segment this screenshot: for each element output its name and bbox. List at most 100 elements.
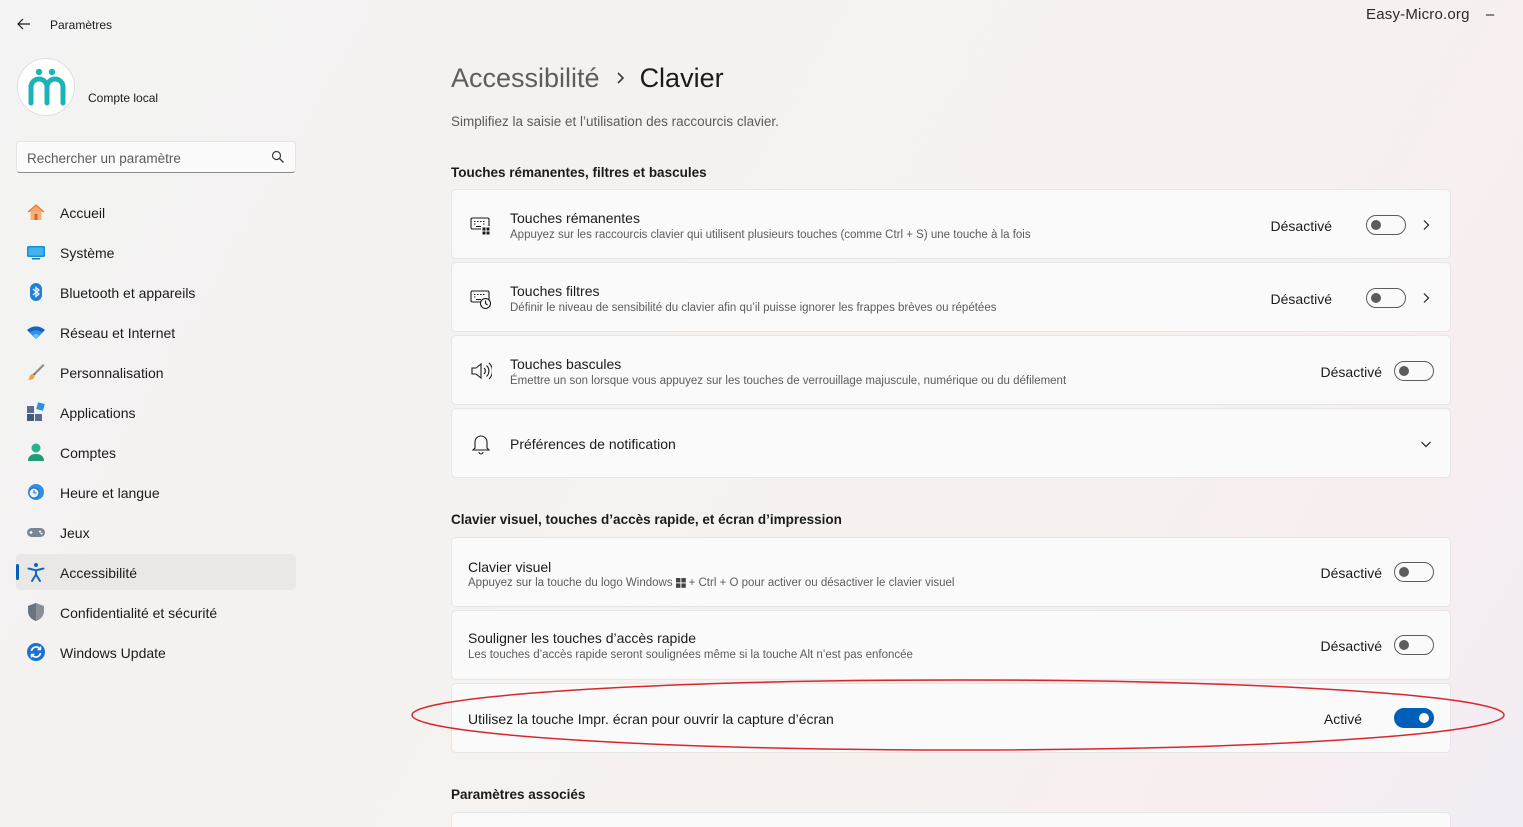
avatar[interactable] <box>17 58 75 116</box>
card-related-settings[interactable] <box>451 812 1451 827</box>
filter-keys-icon <box>470 290 492 309</box>
section-title-related: Paramètres associés <box>451 787 586 802</box>
state-label: Désactivé <box>1270 291 1332 307</box>
sidebar-item-label: Personnalisation <box>60 365 164 381</box>
sidebar-item-label: Jeux <box>60 525 90 541</box>
toggle-knob <box>1399 640 1409 650</box>
sticky-keys-toggle[interactable] <box>1366 215 1406 235</box>
back-button[interactable] <box>12 12 36 36</box>
card-subtitle: Émettre un son lorsque vous appuyez sur … <box>510 375 1067 387</box>
sidebar-item-label: Windows Update <box>60 645 166 661</box>
visual-keyboard-toggle[interactable] <box>1394 562 1434 582</box>
print-screen-toggle[interactable] <box>1394 708 1434 728</box>
sidebar-item-personnalisation[interactable]: Personnalisation <box>16 354 296 390</box>
minimize-button[interactable]: – <box>1478 6 1502 26</box>
card-title: Utilisez la touche Impr. écran pour ouvr… <box>468 711 834 727</box>
wifi-icon <box>27 326 45 339</box>
sidebar-item-label: Accueil <box>60 205 106 221</box>
account-name: Compte local <box>88 91 159 105</box>
sidebar-item-windows-update[interactable]: Windows Update <box>16 634 296 670</box>
card-preferences-notification[interactable]: Préférences de notification <box>451 408 1451 478</box>
sidebar-item-confidentialite[interactable]: Confidentialité et sécurité <box>16 594 296 630</box>
search-box[interactable] <box>16 141 296 173</box>
card-title: Souligner les touches d’accès rapide <box>468 630 697 646</box>
sidebar-item-reseau[interactable]: Réseau et Internet <box>16 314 296 350</box>
sidebar-item-label: Réseau et Internet <box>60 325 176 341</box>
sidebar-item-applications[interactable]: Applications <box>16 394 296 430</box>
card-impr-ecran[interactable]: Utilisez la touche Impr. écran pour ouvr… <box>451 683 1451 753</box>
card-subtitle: Appuyez sur la touche du logo Windows + … <box>468 577 954 589</box>
accessibility-icon <box>27 563 45 582</box>
breadcrumb-parent[interactable]: Accessibilité <box>451 63 600 94</box>
card-subtitle-part: Appuyez sur la touche du logo Windows <box>468 577 673 589</box>
state-label: Désactivé <box>1270 218 1332 234</box>
sidebar-item-label: Accessibilité <box>60 565 138 581</box>
card-touches-remanentes[interactable]: Touches rémanentes Appuyez sur les racco… <box>451 189 1451 259</box>
section-title-visual: Clavier visuel, touches d’accès rapide, … <box>451 512 842 527</box>
card-title: Touches bascules <box>510 356 622 372</box>
sidebar-item-accueil[interactable]: Accueil <box>16 194 296 230</box>
card-title: Préférences de notification <box>510 436 676 452</box>
sidebar-item-systeme[interactable]: Système <box>16 234 296 270</box>
toggle-knob <box>1371 293 1381 303</box>
sidebar-nav: Accueil Système Bluetooth et appareils R… <box>16 194 296 674</box>
breadcrumb: Accessibilité Clavier <box>451 58 724 98</box>
avatar-logo-icon <box>28 68 66 106</box>
sidebar-item-heure[interactable]: Heure et langue <box>16 474 296 510</box>
sticky-keys-icon <box>470 217 490 235</box>
toggle-knob <box>1399 567 1409 577</box>
page-title: Clavier <box>639 62 724 93</box>
state-label: Désactivé <box>1320 364 1382 380</box>
apps-icon <box>27 402 45 421</box>
sidebar-item-label: Heure et langue <box>60 485 160 501</box>
card-subtitle: Les touches d’accès rapide seront soulig… <box>468 649 913 661</box>
system-icon <box>27 246 45 260</box>
search-input[interactable] <box>27 149 267 167</box>
clock-globe-icon <box>28 484 44 500</box>
bell-icon <box>471 435 491 455</box>
card-touches-bascules[interactable]: Touches bascules Émettre un son lorsque … <box>451 335 1451 405</box>
home-icon <box>27 204 45 220</box>
back-arrow-icon <box>17 18 30 30</box>
sidebar-item-accessibilite[interactable]: Accessibilité <box>16 554 296 590</box>
toggle-keys-toggle[interactable] <box>1394 361 1434 381</box>
watermark-text: Easy-Micro.org <box>1366 6 1470 23</box>
windows-logo-icon <box>675 578 686 588</box>
card-subtitle-part: + Ctrl + O pour activer ou désactiver le… <box>688 577 955 589</box>
person-icon <box>28 443 44 461</box>
sidebar-item-label: Comptes <box>60 445 117 461</box>
section-title-sticky: Touches rémanentes, filtres et bascules <box>451 165 707 180</box>
sidebar-item-bluetooth[interactable]: Bluetooth et appareils <box>16 274 296 310</box>
sidebar-item-label: Confidentialité et sécurité <box>60 605 218 621</box>
chevron-right-icon <box>616 72 624 84</box>
title-bar: Paramètres Easy-Micro.org – <box>0 0 1523 48</box>
bluetooth-icon <box>30 283 42 301</box>
card-souligner-touches[interactable]: Souligner les touches d’accès rapide Les… <box>451 610 1451 680</box>
shield-icon <box>28 603 44 621</box>
sidebar-item-label: Système <box>60 245 115 261</box>
brush-icon <box>27 364 45 380</box>
app-title: Paramètres <box>50 18 113 32</box>
chevron-right-icon[interactable] <box>1420 219 1432 231</box>
sidebar-item-jeux[interactable]: Jeux <box>16 514 296 550</box>
chevron-down-icon[interactable] <box>1420 438 1432 450</box>
state-label: Désactivé <box>1320 638 1382 654</box>
chevron-right-icon[interactable] <box>1420 292 1432 304</box>
card-clavier-visuel[interactable]: Clavier visuel Appuyez sur la touche du … <box>451 537 1451 607</box>
underline-access-keys-toggle[interactable] <box>1394 635 1434 655</box>
toggle-knob <box>1399 366 1409 376</box>
update-icon <box>27 643 45 661</box>
filter-keys-toggle[interactable] <box>1366 288 1406 308</box>
toggle-knob <box>1419 713 1429 723</box>
sidebar-item-comptes[interactable]: Comptes <box>16 434 296 470</box>
card-subtitle: Définir le niveau de sensibilité du clav… <box>510 302 997 314</box>
gamepad-icon <box>27 528 45 537</box>
card-touches-filtres[interactable]: Touches filtres Définir le niveau de sen… <box>451 262 1451 332</box>
search-icon[interactable] <box>271 150 285 164</box>
card-title: Touches rémanentes <box>510 210 640 226</box>
card-subtitle: Appuyez sur les raccourcis clavier qui u… <box>510 229 1031 241</box>
sidebar-item-label: Bluetooth et appareils <box>60 285 196 301</box>
toggle-knob <box>1371 220 1381 230</box>
state-label: Désactivé <box>1320 565 1382 581</box>
state-label: Activé <box>1323 711 1362 727</box>
